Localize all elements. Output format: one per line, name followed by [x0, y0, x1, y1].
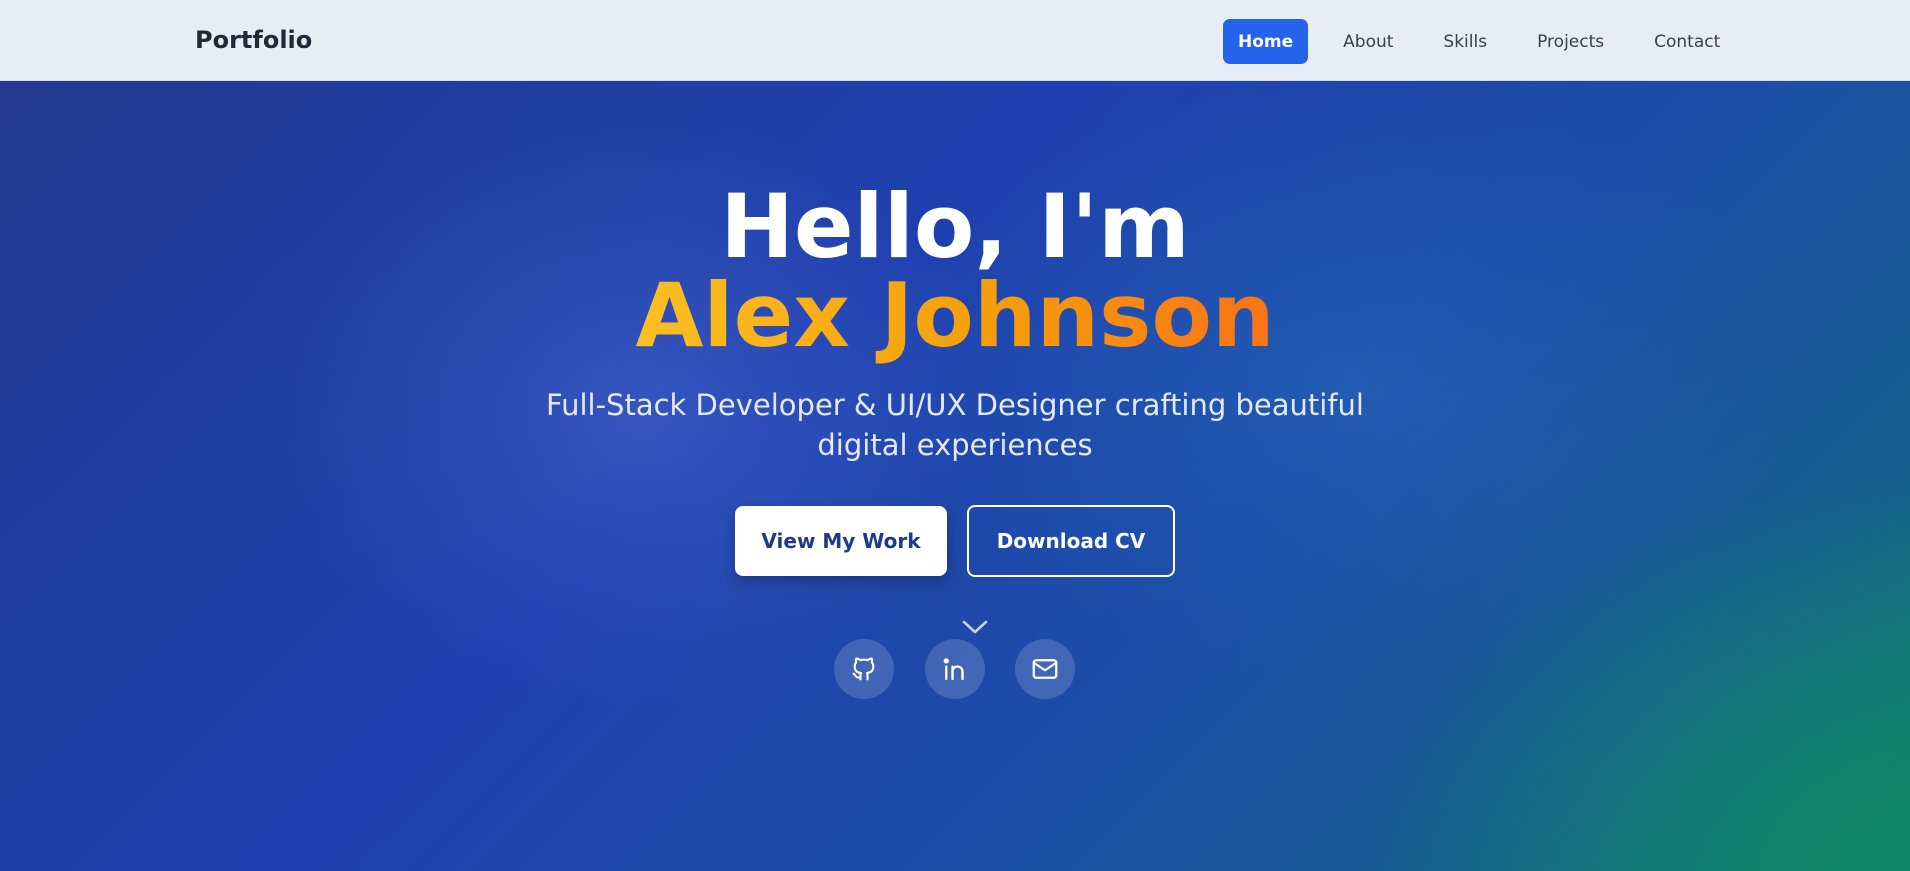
chevron-down-icon[interactable]	[960, 617, 990, 637]
hero-greeting: Hello, I'm	[720, 175, 1190, 278]
nav-link-home[interactable]: Home	[1223, 19, 1309, 64]
email-link[interactable]	[1015, 639, 1075, 699]
linkedin-link[interactable]	[925, 639, 985, 699]
linkedin-icon	[943, 658, 964, 681]
hero-name: Alex Johnson	[635, 264, 1275, 367]
nav-link-projects[interactable]: Projects	[1522, 19, 1619, 64]
view-my-work-button[interactable]: View My Work	[735, 506, 947, 576]
github-icon	[852, 657, 875, 681]
github-link[interactable]	[834, 639, 894, 699]
hero-subtitle: Full-Stack Developer & UI/UX Designer cr…	[546, 388, 1364, 462]
nav-link-about[interactable]: About	[1328, 19, 1408, 64]
brand-logo[interactable]: Portfolio	[195, 26, 312, 54]
nav-link-skills[interactable]: Skills	[1428, 19, 1502, 64]
mail-icon	[1032, 659, 1058, 679]
nav-link-contact[interactable]: Contact	[1639, 19, 1735, 64]
nav-links: Home About Skills Projects Contact	[1223, 19, 1735, 64]
hero-section: Hello, I'm Alex Johnson Full-Stack Devel…	[0, 81, 1910, 871]
hero-name-wrapper: Alex Johnson	[0, 270, 1910, 362]
download-cv-button[interactable]: Download CV	[967, 505, 1175, 577]
navbar: Portfolio Home About Skills Projects Con…	[0, 0, 1910, 81]
